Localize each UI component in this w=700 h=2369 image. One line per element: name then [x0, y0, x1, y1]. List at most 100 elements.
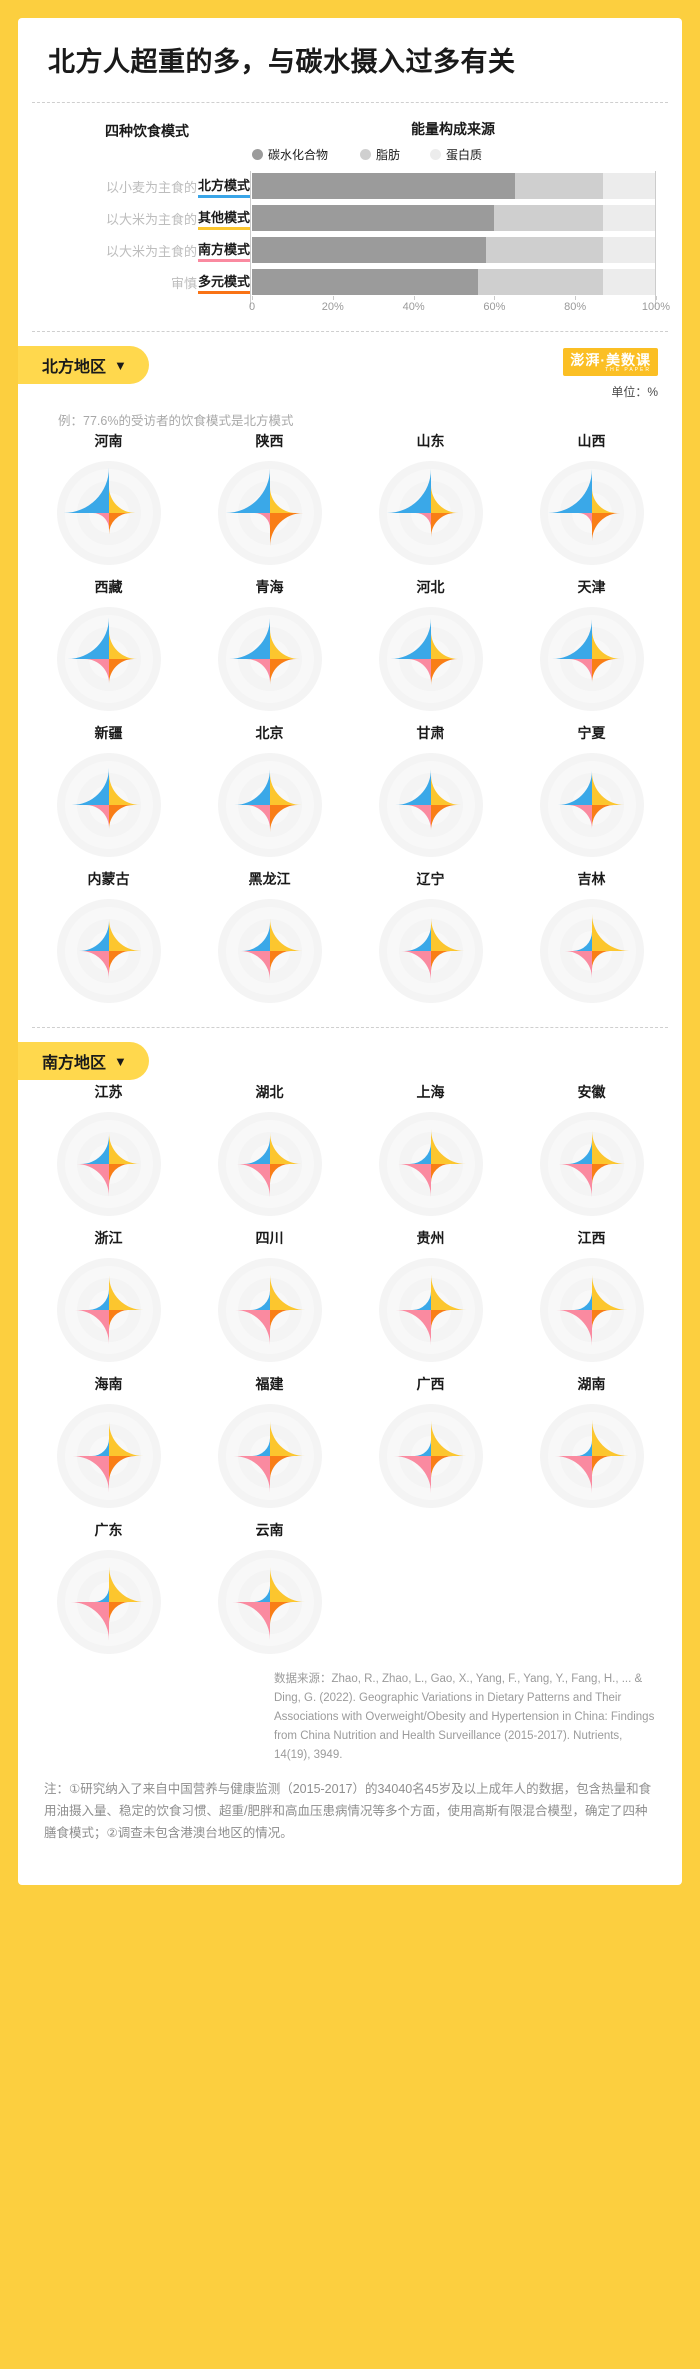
province-cell[interactable]: 江西 [511, 1226, 672, 1372]
south-region-pill[interactable]: 南方地区 ▼ [18, 1042, 149, 1081]
province-cell[interactable]: 浙江 [28, 1226, 189, 1372]
x-axis: 0 20% 40% 60% 80% 100% [249, 296, 670, 319]
province-dial-wrap [350, 891, 511, 1009]
province-name: 北京 [255, 725, 284, 742]
province-cell[interactable]: 海南 [28, 1372, 189, 1518]
legend-swatch-icon [430, 149, 442, 161]
north-region-pill[interactable]: 北方地区 ▼ [18, 346, 149, 385]
chevron-down-icon: ▼ [114, 1053, 127, 1069]
brand-column: 澎湃·美数课 THE PAPER 单位：% [563, 346, 658, 400]
province-name: 贵州 [416, 1230, 445, 1247]
legend-label: 脂肪 [376, 148, 401, 163]
province-dial-wrap [350, 1104, 511, 1222]
bar-label-prefix: 以小麦为主食的 [105, 179, 197, 195]
bar-segment-carb [252, 205, 495, 232]
province-dial [378, 1404, 483, 1509]
bar-segment-fat [478, 269, 604, 296]
province-name: 浙江 [94, 1230, 123, 1247]
province-cell[interactable]: 辽宁 [350, 867, 511, 1013]
province-name: 宁夏 [577, 725, 606, 742]
province-dial [56, 1404, 161, 1509]
province-dial [378, 1112, 483, 1217]
bar-segment-fat [514, 173, 604, 200]
chevron-down-icon: ▼ [114, 357, 127, 373]
x-tick-label: 80% [564, 301, 587, 314]
province-dial [217, 899, 322, 1004]
province-name: 山东 [416, 433, 445, 450]
bar-chart-headers: 四种饮食模式 能量构成来源 碳水化合物 脂肪 蛋白质 [44, 119, 656, 163]
bar-row-label: 以小麦为主食的 北方模式 [44, 173, 250, 199]
province-dial [539, 1258, 644, 1363]
province-dial-wrap [189, 1104, 350, 1222]
province-cell[interactable]: 贵州 [350, 1226, 511, 1372]
bar-label-pattern: 北方模式 [197, 175, 250, 198]
province-dial [378, 607, 483, 712]
province-cell[interactable]: 内蒙古 [28, 867, 189, 1013]
province-cell[interactable]: 吉林 [511, 867, 672, 1013]
province-name: 黑龙江 [248, 871, 291, 888]
province-name: 甘肃 [416, 725, 445, 742]
province-cell[interactable]: 云南 [189, 1518, 350, 1664]
province-dial [217, 1550, 322, 1655]
province-cell[interactable]: 江苏 [28, 1080, 189, 1226]
province-name: 湖南 [577, 1376, 606, 1393]
province-cell[interactable]: 广西 [350, 1372, 511, 1518]
bar-row-label: 审慎 多元模式 [44, 269, 250, 295]
province-name: 四川 [255, 1230, 284, 1247]
province-dial [56, 1550, 161, 1655]
province-cell[interactable]: 山东 [350, 429, 511, 575]
province-cell[interactable]: 四川 [189, 1226, 350, 1372]
bar-segment-fat [494, 205, 604, 232]
bar-legend: 碳水化合物 脂肪 蛋白质 [250, 146, 656, 163]
province-cell[interactable]: 河南 [28, 429, 189, 575]
province-name: 安徽 [577, 1084, 606, 1101]
province-cell[interactable]: 北京 [189, 721, 350, 867]
province-cell[interactable]: 河北 [350, 575, 511, 721]
province-dial-wrap [189, 745, 350, 863]
province-cell[interactable]: 上海 [350, 1080, 511, 1226]
province-cell[interactable]: 天津 [511, 575, 672, 721]
province-dial-wrap [511, 1250, 672, 1368]
bar-right-header-group: 能量构成来源 碳水化合物 脂肪 蛋白质 [250, 119, 656, 163]
bar-segment-protein [603, 205, 656, 232]
province-dial-wrap [350, 599, 511, 717]
bar-label-prefix: 以大米为主食的 [105, 211, 197, 227]
province-cell[interactable]: 新疆 [28, 721, 189, 867]
bar-segment-protein [603, 269, 656, 296]
legend-label: 蛋白质 [446, 148, 483, 163]
province-name: 吉林 [577, 871, 606, 888]
province-dial [378, 753, 483, 858]
province-dial-wrap [350, 1250, 511, 1368]
province-cell[interactable]: 山西 [511, 429, 672, 575]
province-cell[interactable]: 青海 [189, 575, 350, 721]
province-dial-wrap [189, 891, 350, 1009]
province-dial [217, 1404, 322, 1509]
province-cell[interactable]: 西藏 [28, 575, 189, 721]
province-cell[interactable]: 广东 [28, 1518, 189, 1664]
province-dial-wrap [511, 891, 672, 1009]
province-name: 河南 [94, 433, 123, 450]
x-tickmark [332, 296, 334, 301]
page-title: 北方人超重的多，与碳水摄入过多有关 [48, 47, 516, 77]
province-cell[interactable]: 甘肃 [350, 721, 511, 867]
province-name: 山西 [577, 433, 606, 450]
province-dial-wrap [28, 1250, 189, 1368]
infographic-page: 北方人超重的多，与碳水摄入过多有关 四种饮食模式 能量构成来源 碳水化合物 脂肪 蛋… [0, 0, 700, 2369]
province-cell[interactable]: 陕西 [189, 429, 350, 575]
legend-item-carb: 碳水化合物 [252, 146, 328, 163]
province-cell[interactable]: 宁夏 [511, 721, 672, 867]
example-annotation: 例：77.6%的受访者的饮食模式是北方模式 [58, 414, 294, 429]
province-dial-wrap [511, 453, 672, 571]
province-cell[interactable]: 湖南 [511, 1372, 672, 1518]
province-cell[interactable]: 黑龙江 [189, 867, 350, 1013]
province-cell[interactable]: 福建 [189, 1372, 350, 1518]
province-dial [217, 1258, 322, 1363]
bar-label-pattern: 其他模式 [197, 207, 250, 230]
province-dial-wrap [350, 745, 511, 863]
province-cell[interactable]: 安徽 [511, 1080, 672, 1226]
province-cell[interactable]: 湖北 [189, 1080, 350, 1226]
province-dial-wrap [28, 1396, 189, 1514]
province-name: 青海 [255, 579, 284, 596]
province-dial [539, 753, 644, 858]
source-spacer [44, 1670, 266, 1765]
